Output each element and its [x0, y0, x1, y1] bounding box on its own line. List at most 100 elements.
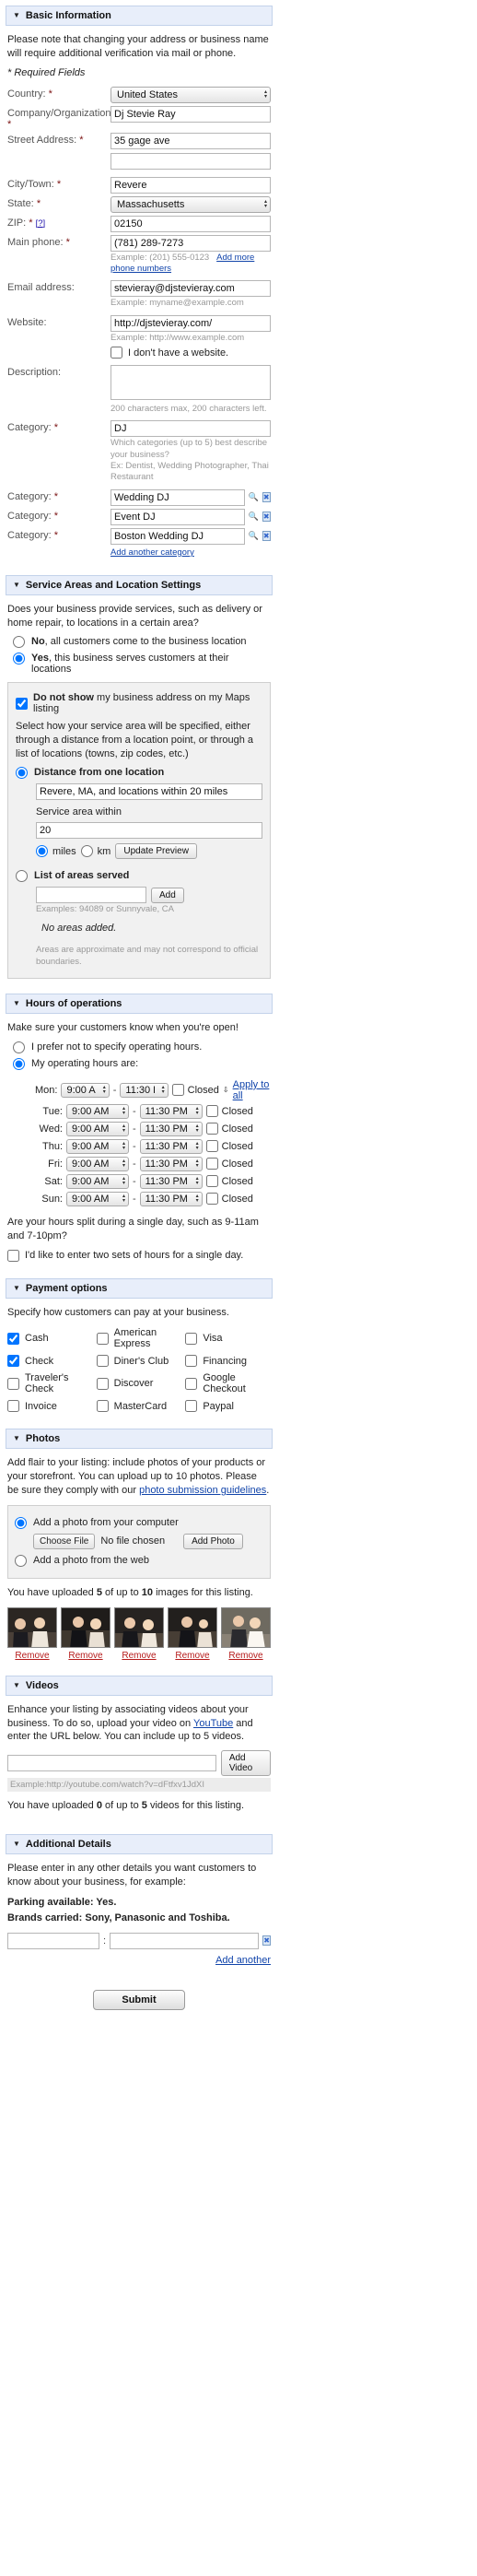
- radio-row-no-service-area[interactable]: No, all customers come to the business l…: [13, 636, 271, 649]
- remove-category-icon[interactable]: ✖: [262, 492, 271, 503]
- country-select[interactable]: United States: [111, 86, 271, 103]
- street-address-line1-input[interactable]: [111, 132, 271, 149]
- main-phone-input[interactable]: [111, 234, 271, 252]
- payment-checkbox-check[interactable]: [7, 1355, 19, 1368]
- closed-checkbox-thu[interactable]: [205, 1140, 218, 1153]
- payment-option-amex[interactable]: American Express: [96, 1327, 182, 1349]
- radio-prefer-not-to-specify-hours[interactable]: [13, 1041, 25, 1053]
- remove-photo-link-1[interactable]: Remove: [15, 1651, 49, 1661]
- payment-checkbox-mastercard[interactable]: [96, 1400, 109, 1413]
- add-area-button[interactable]: Add: [151, 887, 184, 903]
- remove-photo-link-3[interactable]: Remove: [122, 1651, 156, 1661]
- section-header-service-areas[interactable]: ▼ Service Areas and Location Settings: [6, 574, 273, 595]
- photo-image-4[interactable]: [168, 1606, 217, 1648]
- add-photo-button[interactable]: Add Photo: [183, 1533, 243, 1549]
- radio-photo-from-web[interactable]: [15, 1554, 27, 1567]
- close-time-select-sun[interactable]: 11:30 PM: [139, 1191, 203, 1206]
- no-website-checkbox[interactable]: [111, 347, 122, 359]
- open-time-select-mon[interactable]: 9:00 AM: [61, 1082, 110, 1098]
- radio-distance-from-one-location[interactable]: [16, 767, 28, 779]
- zip-input[interactable]: [111, 215, 271, 232]
- payment-checkbox-discover[interactable]: [96, 1377, 109, 1390]
- update-preview-button[interactable]: Update Preview: [115, 843, 197, 859]
- youtube-link[interactable]: YouTube: [193, 1718, 233, 1729]
- zip-help-link[interactable]: [?]: [36, 218, 46, 229]
- photo-guidelines-link[interactable]: photo submission guidelines: [139, 1485, 266, 1496]
- radio-unit-miles[interactable]: [36, 845, 48, 857]
- radio-row-list-of-areas[interactable]: List of areas served: [16, 870, 262, 882]
- city-input[interactable]: [111, 176, 271, 194]
- photo-image-5[interactable]: [221, 1606, 271, 1648]
- payment-option-paypal[interactable]: Paypal: [185, 1400, 271, 1413]
- closed-checkbox-wed[interactable]: [205, 1123, 218, 1135]
- search-icon[interactable]: 🔍: [248, 530, 260, 542]
- areas-served-input[interactable]: [36, 887, 146, 903]
- remove-photo-link-5[interactable]: Remove: [228, 1651, 262, 1661]
- street-address-line2-input[interactable]: [111, 152, 271, 170]
- add-another-detail-link[interactable]: Add another: [215, 1955, 271, 1966]
- closed-checkbox-sat[interactable]: [205, 1175, 218, 1188]
- add-another-category-link[interactable]: Add another category: [111, 547, 194, 558]
- payment-checkbox-google-checkout[interactable]: [185, 1377, 198, 1390]
- payment-option-check[interactable]: Check: [7, 1355, 93, 1368]
- closed-checkbox-fri[interactable]: [205, 1158, 218, 1170]
- payment-option-financing[interactable]: Financing: [185, 1355, 271, 1368]
- close-time-select-mon[interactable]: 11:30 PM: [120, 1082, 169, 1098]
- remove-photo-link-4[interactable]: Remove: [175, 1651, 209, 1661]
- radio-list-of-areas-served[interactable]: [16, 870, 28, 882]
- category-input-1[interactable]: [111, 420, 271, 438]
- closed-checkbox-mon[interactable]: [171, 1084, 184, 1097]
- remove-category-icon[interactable]: ✖: [262, 512, 271, 523]
- payment-checkbox-amex[interactable]: [96, 1332, 109, 1345]
- open-time-select-thu[interactable]: 9:00 AM: [66, 1138, 129, 1154]
- radio-row-photo-computer[interactable]: Add a photo from your computer: [15, 1516, 263, 1529]
- open-time-select-tue[interactable]: 9:00 AM: [66, 1103, 129, 1119]
- payment-checkbox-cash[interactable]: [7, 1332, 19, 1345]
- category-input-2[interactable]: [111, 488, 245, 506]
- chevron-down-icon[interactable]: ▼: [13, 1000, 20, 1007]
- close-time-select-wed[interactable]: 11:30 PM: [139, 1121, 203, 1136]
- chevron-down-icon[interactable]: ▼: [13, 581, 20, 589]
- payment-option-mastercard[interactable]: MasterCard: [96, 1400, 182, 1413]
- payment-checkbox-financing[interactable]: [185, 1355, 198, 1368]
- photo-image-3[interactable]: [114, 1606, 164, 1648]
- website-input[interactable]: [111, 314, 271, 332]
- radio-photo-from-computer[interactable]: [15, 1516, 27, 1529]
- photo-image-1[interactable]: [7, 1606, 57, 1648]
- submit-button[interactable]: Submit: [93, 1989, 185, 2010]
- remove-additional-detail-icon[interactable]: ✖: [262, 1935, 271, 1947]
- video-url-input[interactable]: [7, 1755, 216, 1772]
- payment-option-discover[interactable]: Discover: [96, 1372, 182, 1394]
- state-select[interactable]: Massachusetts: [111, 195, 271, 213]
- open-time-select-sat[interactable]: 9:00 AM: [66, 1173, 129, 1189]
- open-time-select-sun[interactable]: 9:00 AM: [66, 1191, 129, 1206]
- payment-option-travelers-check[interactable]: Traveler's Check: [7, 1372, 93, 1394]
- open-time-select-fri[interactable]: 9:00 AM: [66, 1156, 129, 1171]
- section-header-videos[interactable]: ▼ Videos: [6, 1675, 273, 1696]
- category-input-3[interactable]: [111, 508, 245, 525]
- chevron-down-icon[interactable]: ▼: [13, 1284, 20, 1292]
- close-time-select-thu[interactable]: 11:30 PM: [139, 1138, 203, 1154]
- payment-option-google-checkout[interactable]: Google Checkout: [185, 1372, 271, 1394]
- distance-location-input[interactable]: [36, 783, 262, 800]
- apply-to-all-icon[interactable]: ⇩: [223, 1086, 229, 1094]
- description-textarea[interactable]: [111, 365, 271, 401]
- section-header-additional-details[interactable]: ▼ Additional Details: [6, 1834, 273, 1855]
- do-not-show-address-row[interactable]: Do not show my business address on my Ma…: [16, 692, 262, 714]
- closed-checkbox-tue[interactable]: [205, 1105, 218, 1118]
- section-header-payment[interactable]: ▼ Payment options: [6, 1277, 273, 1299]
- radio-my-operating-hours[interactable]: [13, 1057, 25, 1070]
- radio-no-service-area[interactable]: [13, 636, 25, 649]
- add-video-button[interactable]: Add Video: [220, 1750, 271, 1777]
- category-input-4[interactable]: [111, 527, 245, 545]
- radio-yes-service-area[interactable]: [13, 653, 25, 665]
- radius-input[interactable]: [36, 822, 262, 839]
- section-header-photos[interactable]: ▼ Photos: [6, 1429, 273, 1450]
- additional-value-input[interactable]: [110, 1932, 260, 1949]
- payment-checkbox-diners[interactable]: [96, 1355, 109, 1368]
- radio-row-photo-web[interactable]: Add a photo from the web: [15, 1554, 263, 1567]
- remove-category-icon[interactable]: ✖: [262, 531, 271, 542]
- radio-row-distance[interactable]: Distance from one location: [16, 767, 262, 779]
- radio-row-yes-service-area[interactable]: Yes, this business serves customers at t…: [13, 653, 271, 675]
- radio-row-my-hours[interactable]: My operating hours are:: [13, 1057, 271, 1070]
